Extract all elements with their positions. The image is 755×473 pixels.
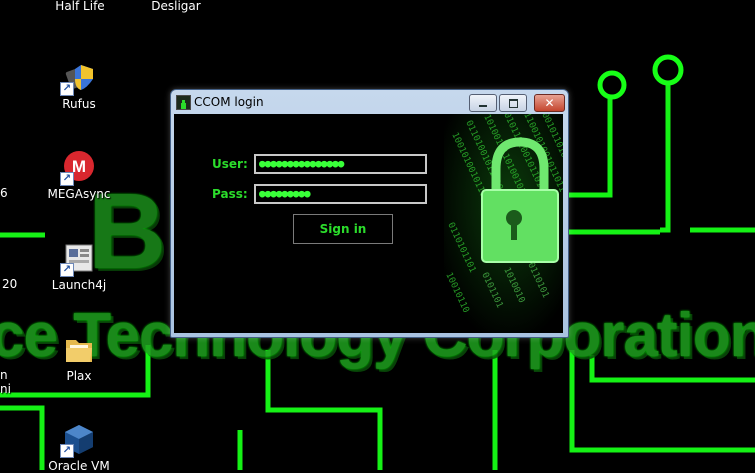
folder-icon xyxy=(62,332,96,366)
desktop-icon-launch4j[interactable]: ↗ Launch4j xyxy=(39,241,119,292)
desktop-icon-label: MEGAsync xyxy=(47,187,111,201)
maximize-button[interactable] xyxy=(499,94,527,112)
login-form: User: ●●●●●●●●●●●●●●● Pass: ●●●●●●●●● Si… xyxy=(174,114,563,333)
desktop-icon-half-life[interactable]: Half Life xyxy=(40,0,120,13)
desktop-icon-plax[interactable]: Plax xyxy=(39,332,119,383)
desktop-icon-label: Half Life xyxy=(55,0,105,13)
maximize-icon xyxy=(500,95,526,111)
password-field[interactable]: ●●●●●●●●● xyxy=(254,184,427,204)
desktop-icon-rufus[interactable]: ↗ Rufus xyxy=(39,60,119,111)
pass-label: Pass: xyxy=(212,187,248,201)
user-field[interactable]: ●●●●●●●●●●●●●●● xyxy=(254,154,427,174)
window-title: CCOM login xyxy=(194,95,264,109)
virtualbox-icon: ↗ xyxy=(60,422,96,458)
user-label: User: xyxy=(212,157,248,171)
rufus-icon: ↗ xyxy=(60,60,96,96)
megasync-icon: M ↗ xyxy=(60,150,96,186)
shortcut-arrow-icon: ↗ xyxy=(60,444,74,458)
close-button[interactable]: ✕ xyxy=(534,94,565,112)
desktop-icon-megasync[interactable]: M ↗ MEGAsync xyxy=(39,150,119,201)
close-icon: ✕ xyxy=(544,96,555,110)
svg-text:M: M xyxy=(72,157,86,176)
shortcut-arrow-icon: ↗ xyxy=(60,263,74,277)
cut-off-icon-label: 20 xyxy=(2,277,18,291)
window-titlebar[interactable]: CCOM login ✕ xyxy=(171,90,568,114)
minimize-button[interactable] xyxy=(469,94,497,112)
desktop-icon-label: Rufus xyxy=(62,97,96,111)
desktop-icon-label: Desligar xyxy=(151,0,201,13)
sign-in-button[interactable]: Sign in xyxy=(293,214,393,244)
cut-off-icon-label: ni xyxy=(0,382,11,396)
cut-off-icon-label: 6 xyxy=(0,186,8,200)
lock-banner-image: 1001010010110 0110100101101001 101001011… xyxy=(444,114,563,333)
desktop-icon-desligar[interactable]: Desligar xyxy=(136,0,216,13)
desktop-icon-oracle-vm[interactable]: ↗ Oracle VM xyxy=(39,422,119,473)
launch4j-icon: ↗ xyxy=(60,241,96,277)
minimize-icon xyxy=(470,95,496,111)
app-icon xyxy=(176,95,191,110)
cut-off-icon-label: n xyxy=(0,368,8,382)
desktop-icon-label: Launch4j xyxy=(51,278,107,292)
shortcut-arrow-icon: ↗ xyxy=(60,82,74,96)
login-window: CCOM login ✕ User: ●●●●●●●●●●●●●●● Pass:… xyxy=(170,89,569,338)
shortcut-arrow-icon: ↗ xyxy=(60,172,74,186)
desktop-icon-label: Oracle VM xyxy=(48,459,110,473)
desktop-icon-label: Plax xyxy=(66,369,92,383)
